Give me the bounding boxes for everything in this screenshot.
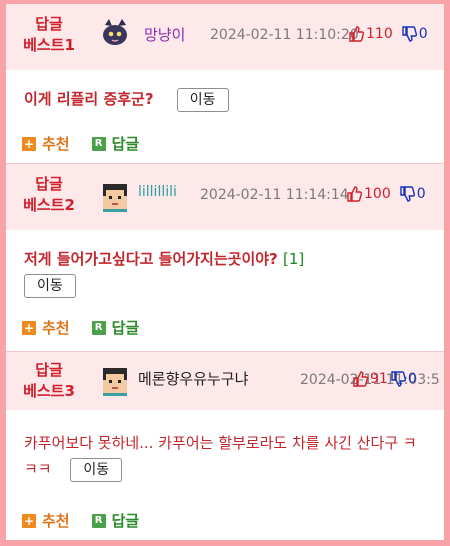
thumbs-down-icon[interactable] — [401, 26, 417, 42]
reply-header: 답글 베스트2 lillillili 2024-02-11 11:14:14 1… — [6, 164, 444, 230]
nickname[interactable]: 망냥이 — [144, 24, 185, 45]
best-badge: 답글 베스트2 — [23, 175, 75, 214]
reply-body: 저게 들어가고싶다고 들어가지는곳이야? [1] 이동 — [6, 230, 444, 298]
reply-button[interactable]: R 답글 — [91, 317, 139, 338]
reply-header: 답글 베스트3 메론향우유누구냐 2024-02-11 11:03:5 91 0 — [6, 352, 444, 410]
reply-header: 답글 베스트1 망냥이 2024-02-11 11:10:20 110 0 — [6, 4, 444, 70]
vote-counts: 100 0 — [346, 186, 426, 202]
reply-r-icon: R — [91, 320, 106, 335]
timestamp: 2024-02-11 11:14:14 — [200, 187, 349, 203]
pixel-face-avatar-icon — [103, 184, 127, 212]
best-badge: 답글 베스트1 — [23, 15, 75, 54]
nickname[interactable]: lillillili — [138, 184, 177, 200]
pixel-face-avatar-icon — [103, 368, 127, 396]
upvote-count: 110 — [366, 26, 393, 42]
recommend-button[interactable]: + 추천 — [22, 510, 70, 531]
vote-counts: 110 0 — [348, 26, 428, 42]
reply-entry: 답글 베스트3 메론향우유누구냐 2024-02-11 11:03:5 91 0… — [6, 352, 444, 540]
comment-count[interactable]: [1] — [283, 250, 304, 268]
reply-text: 저게 들어가고싶다고 들어가지는곳이야? [1] 이동 — [24, 246, 426, 298]
upvote-count: 91 — [370, 371, 388, 387]
move-button[interactable]: 이동 — [70, 457, 123, 482]
reply-actions: + 추천 R 답글 — [22, 317, 139, 338]
reply-body: 카푸어보다 못하네... 카푸어는 할부로라도 차를 사긴 산다구 ㅋㅋㅋ 이동 — [6, 410, 444, 482]
thumbs-down-icon[interactable] — [399, 186, 415, 202]
recommend-button[interactable]: + 추천 — [22, 133, 70, 154]
reply-text: 카푸어보다 못하네... 카푸어는 할부로라도 차를 사긴 산다구 ㅋㅋㅋ 이동 — [24, 430, 430, 482]
best-replies-panel: 답글 베스트1 망냥이 2024-02-11 11:10:20 110 0 이게… — [6, 4, 444, 540]
thumbs-up-icon[interactable] — [352, 371, 368, 387]
move-button[interactable]: 이동 — [24, 273, 76, 298]
downvote-count: 0 — [418, 26, 428, 42]
reply-button[interactable]: R 답글 — [91, 510, 139, 531]
reply-entry: 답글 베스트2 lillillili 2024-02-11 11:14:14 1… — [6, 164, 444, 352]
recommend-button[interactable]: + 추천 — [22, 317, 70, 338]
plus-icon: + — [22, 136, 36, 151]
reply-entry: 답글 베스트1 망냥이 2024-02-11 11:10:20 110 0 이게… — [6, 4, 444, 164]
downvote-count: 0 — [416, 186, 426, 202]
reply-button[interactable]: R 답글 — [91, 133, 139, 154]
timestamp: 2024-02-11 11:10:20 — [210, 27, 359, 43]
thumbs-up-icon[interactable] — [346, 186, 362, 202]
upvote-count: 100 — [364, 186, 391, 202]
cat-avatar-icon — [100, 18, 130, 48]
vote-counts: 91 0 — [352, 371, 417, 387]
reply-r-icon: R — [91, 136, 106, 151]
reply-actions: + 추천 R 답글 — [22, 510, 139, 531]
plus-icon: + — [22, 513, 36, 528]
reply-r-icon: R — [91, 513, 106, 528]
move-button[interactable]: 이동 — [176, 87, 229, 112]
plus-icon: + — [22, 320, 36, 335]
reply-actions: + 추천 R 답글 — [22, 133, 139, 154]
best-badge: 답글 베스트3 — [23, 361, 75, 400]
nickname[interactable]: 메론향우유누구냐 — [138, 368, 248, 389]
downvote-count: 0 — [407, 371, 417, 387]
thumbs-up-icon[interactable] — [348, 26, 364, 42]
thumbs-down-icon[interactable] — [390, 371, 406, 387]
reply-body: 이게 리플리 증후군? 이동 — [6, 70, 444, 112]
reply-text: 이게 리플리 증후군? 이동 — [24, 87, 426, 112]
